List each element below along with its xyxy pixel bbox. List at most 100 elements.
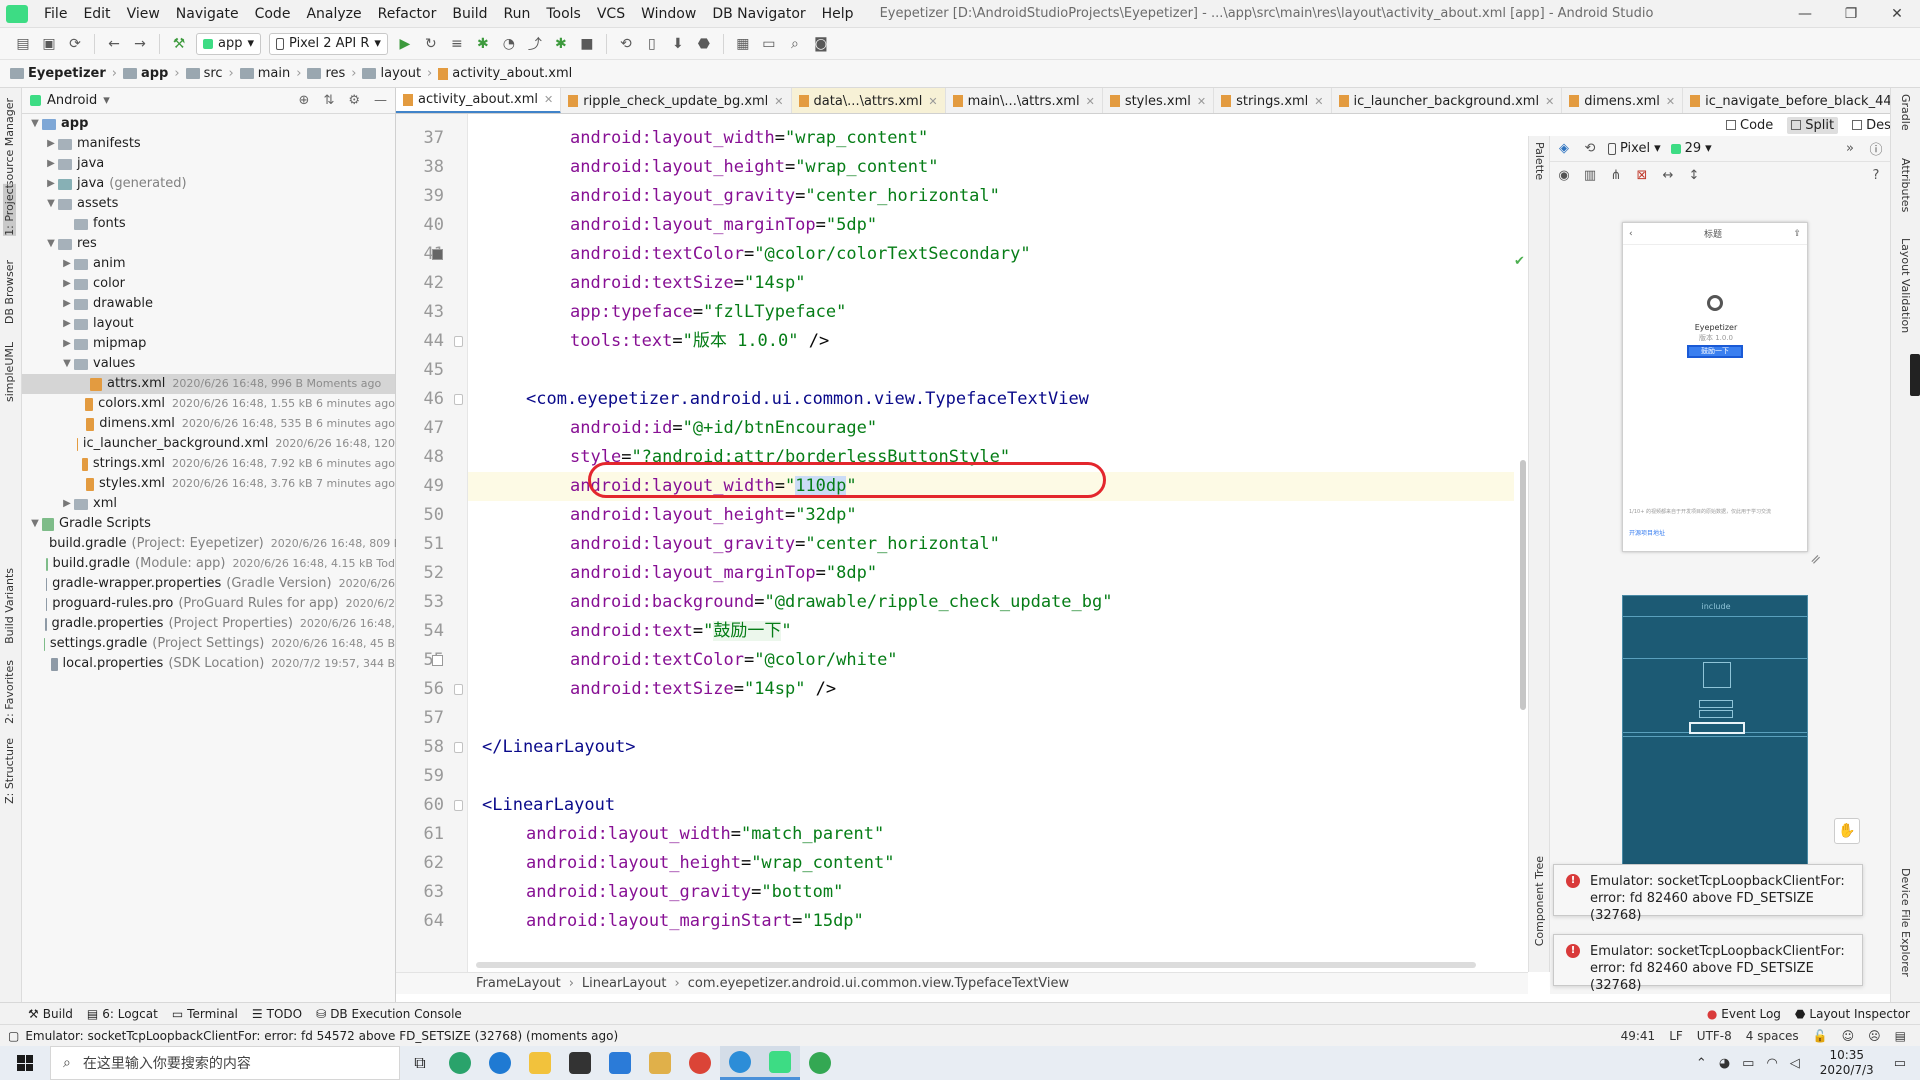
notification-balloon[interactable]: ! Emulator: socketTcpLoopbackClientFor: … [1553,934,1863,993]
fold-marker-icon[interactable] [454,684,463,695]
code-line[interactable]: android:layout_width="match_parent" [482,820,884,849]
tool-tab-2-favorites[interactable]: 2: Favorites [3,660,16,724]
locate-file-icon[interactable]: ⊕ [299,93,310,108]
blueprint-preview[interactable]: include [1622,595,1808,895]
fold-marker-icon[interactable] [454,742,463,753]
code-line[interactable]: android:id="@+id/btnEncourage" [482,414,877,443]
debug-icon[interactable]: ✱ [472,33,494,55]
network-icon[interactable]: ▭ [1742,1056,1754,1071]
tree-item[interactable]: attrs.xml 2020/6/26 16:48, 996 B Moments … [22,374,395,394]
tree-item[interactable]: ▶ color [22,274,395,294]
chevron-down-icon[interactable]: ▼ [28,114,42,134]
tab-ripple-check-update-bg-xml[interactable]: ripple_check_update_bg.xml ✕ [561,88,792,113]
restore-icon[interactable]: ❐ [1828,6,1874,22]
tree-item[interactable]: strings.xml 2020/6/26 16:48, 7.92 kB 6 mi… [22,454,395,474]
tree-item[interactable]: ▶ java (generated) [22,174,395,194]
breadcrumb-item[interactable]: Eyepetizer [10,66,106,81]
chevron-right-icon[interactable]: ▶ [60,494,74,514]
code-line[interactable]: android:layout_gravity="bottom" [482,878,843,907]
palette-tab[interactable]: Palette [1533,142,1546,180]
search-icon[interactable]: ⌕ [784,33,806,55]
notifications-icon[interactable]: ▤ [1895,1029,1906,1043]
forward-arrow-icon[interactable]: → [129,33,151,55]
device-preview[interactable]: ‹ 标题 ⇪ Eyepetizer 版本 1.0.0 鼓励一下 1/10+ 的视… [1622,222,1808,552]
menu-navigate[interactable]: Navigate [168,0,247,28]
taskbar-app-store[interactable] [560,1046,600,1080]
menu-analyze[interactable]: Analyze [298,0,369,28]
api-level-selector[interactable]: 29 ▾ [1670,141,1712,156]
folder-open-icon[interactable]: ▤ [12,33,34,55]
breadcrumb-item[interactable]: activity_about.xml [438,66,572,81]
color-swatch-icon[interactable] [432,249,443,260]
close-tab-icon[interactable]: ✕ [1197,95,1206,108]
taskbar-app-chrome[interactable] [680,1046,720,1080]
menu-refactor[interactable]: Refactor [370,0,445,28]
breadcrumb-item[interactable]: res [307,66,345,81]
chevron-right-icon[interactable]: ▶ [44,174,58,194]
tree-item[interactable]: build.gradle (Module: app) 2020/6/26 16:48… [22,554,395,574]
attach-debugger-icon[interactable]: ⤴ [524,33,546,55]
horizontal-arrows-icon[interactable]: ↔ [1660,167,1676,183]
minimize-icon[interactable]: — [1782,6,1828,22]
sdk-manager-icon[interactable]: ⬇ [667,33,689,55]
code-line[interactable]: android:layout_height="wrap_content" [482,849,894,878]
scroll-thumb[interactable] [1910,354,1920,396]
xml-path-item[interactable]: com.eyepetizer.android.ui.common.view.Ty… [688,976,1069,991]
tool-tab-simpleuml[interactable]: simpleUML [3,342,16,402]
module-selector[interactable]: app ▾ [196,32,262,55]
tree-item[interactable]: build.gradle (Project: Eyepetizer) 2020/6/… [22,534,401,554]
code-line[interactable]: android:layout_marginStart="15dp" [482,907,864,936]
chevron-down-icon[interactable]: ▼ [28,514,42,534]
code-line[interactable]: android:layout_marginTop="5dp" [482,211,877,240]
device-preview-selector[interactable]: Pixel ▾ [1608,141,1661,156]
split-view-button[interactable]: Split [1787,116,1839,134]
vertical-arrows-icon[interactable]: ↕ [1686,167,1702,183]
code-line[interactable]: android:text="鼓励一下" [482,617,792,646]
fold-marker-icon[interactable] [454,394,463,405]
indent-setting[interactable]: 4 spaces [1746,1029,1799,1043]
vertical-scrollbar[interactable] [1520,460,1526,710]
apply-changes-icon[interactable]: ↻ [420,33,442,55]
menu-file[interactable]: File [36,0,75,28]
close-tab-icon[interactable]: ✕ [544,93,553,106]
tool-todo[interactable]: ☰ TODO [252,1007,302,1021]
code-line[interactable]: app:typeface="fzlLTypeface" [482,298,846,327]
tab-ic-launcher-background-xml[interactable]: ic_launcher_background.xml ✕ [1332,88,1563,113]
blueprint-toggle-icon[interactable]: ▥ [1582,167,1598,183]
tool-tab-layout-validation[interactable]: Layout Validation [1899,238,1912,333]
chevron-right-icon[interactable]: ▶ [44,154,58,174]
apply-code-changes-icon[interactable]: ≡ [446,33,468,55]
sync-icon[interactable]: ⟳ [64,33,86,55]
fold-marker-icon[interactable] [454,336,463,347]
lock-icon[interactable]: 🔓 [1813,1029,1828,1043]
resize-handle-icon[interactable]: ═ [1808,551,1825,568]
chevron-right-icon[interactable]: ▶ [60,254,74,274]
tab-ic-navigate-before-black-44dp-xml[interactable]: ic_navigate_before_black_44dp.xml✕ [1683,88,1890,113]
stop-icon[interactable]: ■ [576,33,598,55]
make-project-hammer-icon[interactable]: ⚒ [168,33,190,55]
tool-tab-attributes[interactable]: Attributes [1899,158,1912,212]
tool-build[interactable]: ⚒ Build [28,1007,73,1021]
chevron-down-icon[interactable]: ▼ [60,354,74,374]
taskbar-app-browser[interactable] [440,1046,480,1080]
warning-indicator-icon[interactable]: ⓘ [1868,141,1884,158]
tree-item[interactable]: gradle.properties (Project Properties) 202… [22,614,395,634]
chevron-right-icon[interactable]: ▶ [44,134,58,154]
tree-item[interactable]: colors.xml 2020/6/26 16:48, 1.55 kB 6 min… [22,394,395,414]
terminal-window-icon[interactable]: ▭ [758,33,780,55]
menu-vcs[interactable]: VCS [589,0,633,28]
code-line[interactable]: android:layout_marginTop="8dp" [482,559,877,588]
tree-item[interactable]: fonts [22,214,395,234]
component-tree-tab[interactable]: Component Tree [1533,856,1546,946]
tree-item[interactable]: ▶ xml [22,494,395,514]
menu-db-navigator[interactable]: DB Navigator [704,0,813,28]
preview-encourage-button[interactable]: 鼓励一下 [1687,345,1743,358]
close-tab-icon[interactable]: ✕ [1314,95,1323,108]
breadcrumb-item[interactable]: src [185,66,223,81]
tool-tab-gradle[interactable]: Gradle [1899,94,1912,131]
file-encoding[interactable]: UTF-8 [1697,1029,1732,1043]
menu-help[interactable]: Help [814,0,862,28]
horizontal-scrollbar[interactable] [476,962,1476,968]
taskbar-app-android-studio[interactable] [760,1046,800,1080]
code-line[interactable]: android:textColor="@color/white" [482,646,898,675]
